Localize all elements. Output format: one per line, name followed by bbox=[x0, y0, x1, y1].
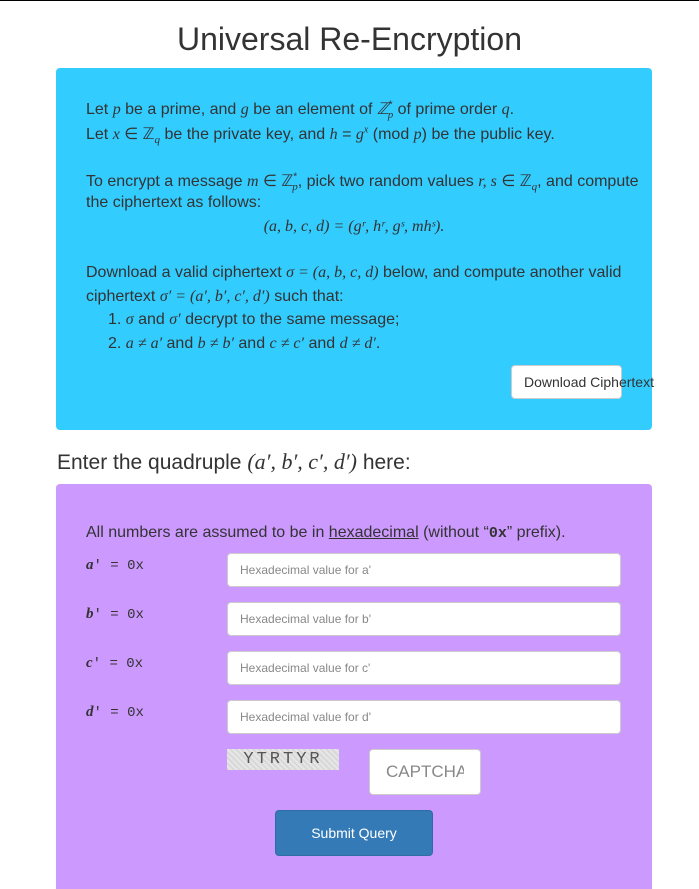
form-heading: Enter the quadruple (a′, b′, c′, d′) her… bbox=[57, 449, 411, 474]
field-label-b: b' = 0x bbox=[86, 606, 144, 623]
intro-line-3: To encrypt a message m ∈ ℤ*p, pick two r… bbox=[86, 171, 639, 194]
a-prime-input[interactable] bbox=[227, 553, 621, 587]
problem-panel: Let p be a prime, and g be an element of… bbox=[56, 68, 654, 430]
submit-query-button[interactable]: Submit Query bbox=[275, 810, 433, 856]
intro-line-2: Let x ∈ ℤq be the private key, and h = g… bbox=[86, 124, 555, 147]
c-prime-input[interactable] bbox=[227, 651, 621, 685]
answer-form: All numbers are assumed to be in hexadec… bbox=[56, 484, 652, 889]
encryption-formula: (a, b, c, d) = (gʳ, hʳ, gˢ, mhˢ). bbox=[263, 218, 445, 235]
field-label-d: d' = 0x bbox=[86, 704, 144, 721]
hex-note: All numbers are assumed to be in hexadec… bbox=[86, 524, 566, 542]
intro-line-5: Download a valid ciphertext σ = (a, b, c… bbox=[86, 264, 622, 281]
b-prime-input[interactable] bbox=[227, 602, 621, 636]
condition-item-2: 2. a ≠ a′ and b ≠ b′ and c ≠ c′ and d ≠ … bbox=[108, 335, 381, 352]
captcha-image: YTRTYR bbox=[227, 749, 339, 770]
field-label-a: a' = 0x bbox=[86, 557, 144, 574]
download-ciphertext-button[interactable]: Download Ciphertext bbox=[511, 365, 654, 399]
hexadecimal-link[interactable]: hexadecimal bbox=[329, 524, 419, 541]
condition-item-1: 1. σ and σ′ decrypt to the same message; bbox=[108, 311, 400, 328]
page-title: Universal Re-Encryption bbox=[176, 21, 522, 57]
field-label-c: c' = 0x bbox=[86, 655, 144, 672]
captcha-input[interactable] bbox=[369, 749, 481, 795]
intro-line-1: Let p be a prime, and g be an element of… bbox=[86, 99, 515, 122]
intro-line-6: ciphertext σ′ = (a′, b′, c′, d′) such th… bbox=[86, 288, 344, 305]
intro-line-4: the ciphertext as follows: bbox=[86, 194, 262, 211]
d-prime-input[interactable] bbox=[227, 700, 621, 734]
